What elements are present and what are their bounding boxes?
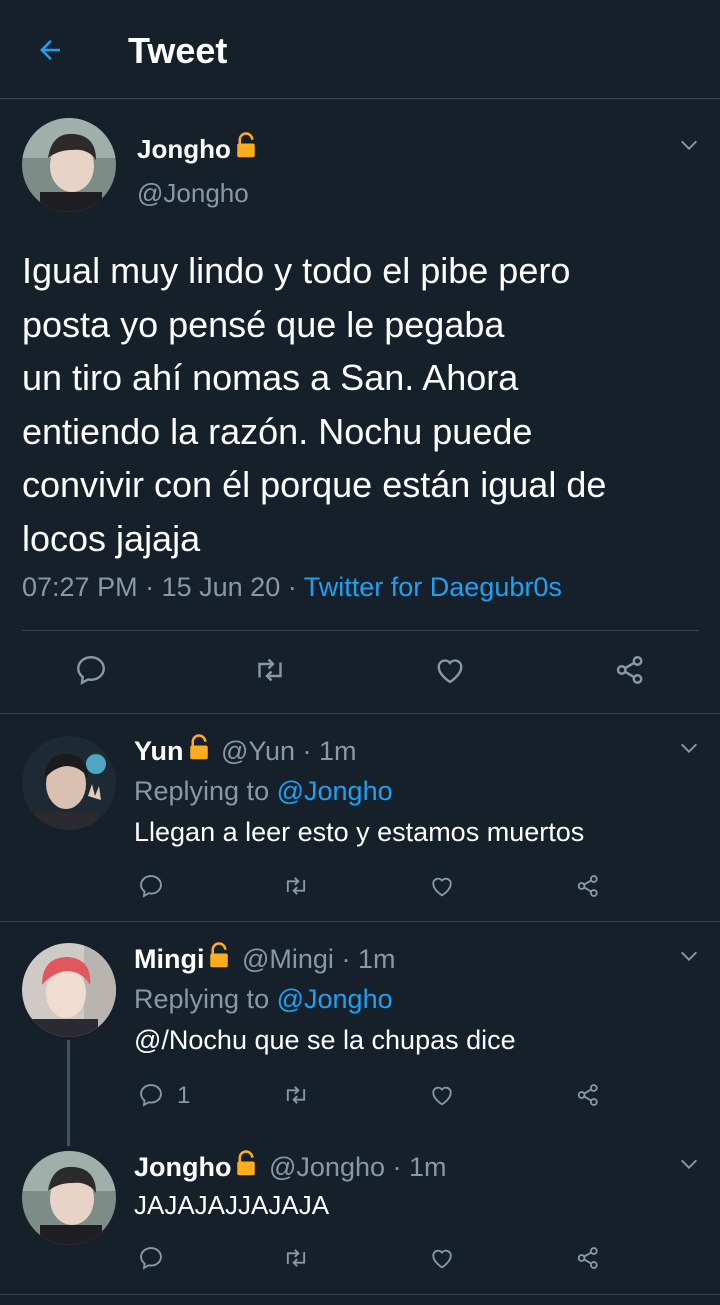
tweet-time: 07:27 PM xyxy=(22,572,138,602)
reply-author-handle[interactable]: @Mingi xyxy=(242,944,334,974)
reply-text: Llegan a leer esto y estamos muertos xyxy=(134,817,585,847)
like-icon[interactable] xyxy=(428,1081,456,1109)
reply-text: JAJAJAJJAJAJA xyxy=(134,1190,330,1220)
lock-icon xyxy=(189,734,208,760)
divider xyxy=(0,713,720,714)
divider xyxy=(22,630,699,631)
retweet-icon[interactable] xyxy=(282,1081,310,1109)
avatar[interactable] xyxy=(22,118,116,212)
page-title: Tweet xyxy=(128,30,228,71)
chevron-down-icon[interactable] xyxy=(678,134,700,156)
avatar-image xyxy=(22,736,116,830)
retweet-icon[interactable] xyxy=(282,1244,310,1272)
retweet-icon[interactable] xyxy=(252,652,288,688)
author-handle[interactable]: @Jongho xyxy=(137,178,249,209)
avatar[interactable] xyxy=(22,736,116,830)
replying-to-link[interactable]: @Jongho xyxy=(277,776,393,806)
chevron-down-icon[interactable] xyxy=(678,1153,700,1175)
reply-icon[interactable] xyxy=(137,1244,165,1272)
replying-to-link[interactable]: @Jongho xyxy=(277,984,393,1014)
reply-text: @/Nochu que se la chupas dice xyxy=(134,1025,516,1055)
top-bar: Tweet xyxy=(0,0,720,99)
tweet-text-line: entiendo la razón. Nochu puede xyxy=(22,410,533,452)
share-icon[interactable] xyxy=(574,1081,602,1109)
chevron-down-icon[interactable] xyxy=(678,737,700,759)
reply-time: · 1m xyxy=(392,1152,447,1182)
tweet-text: Igual muy lindo y todo el pibe pero post… xyxy=(22,244,712,565)
tweet-source-link[interactable]: Twitter for Daegubr0s xyxy=(304,572,562,602)
avatar-image xyxy=(22,1151,116,1245)
tweet-text-line: un tiro ahí nomas a San. Ahora xyxy=(22,357,519,398)
tweet-text-line: posta yo pensé que le pegaba xyxy=(22,303,505,345)
reply-author-name[interactable]: Jongho xyxy=(134,1152,231,1182)
back-button[interactable] xyxy=(30,30,70,70)
reply-header: Mingi @Mingi · 1m xyxy=(134,941,395,975)
reply-header: Jongho @Jongho · 1m xyxy=(134,1149,447,1183)
like-icon[interactable] xyxy=(428,1244,456,1272)
share-icon[interactable] xyxy=(612,652,648,688)
lock-icon xyxy=(237,132,255,158)
reply-time: · 1m xyxy=(341,944,396,974)
divider xyxy=(0,921,720,922)
avatar-image xyxy=(22,943,116,1037)
replying-to: Replying to @Jongho xyxy=(134,776,393,807)
retweet-icon[interactable] xyxy=(282,872,310,900)
lock-icon xyxy=(210,942,229,968)
replying-to: Replying to @Jongho xyxy=(134,984,393,1015)
arrow-left-icon xyxy=(40,40,60,60)
reply-icon[interactable] xyxy=(73,652,109,688)
tweet-text-line: convivir con él porque están igual de xyxy=(22,464,607,505)
author-name: Jongho xyxy=(137,134,231,164)
reply-author-name[interactable]: Yun xyxy=(134,736,184,766)
reply-count: 1 xyxy=(177,1082,191,1109)
avatar[interactable] xyxy=(22,943,116,1037)
like-icon[interactable] xyxy=(428,872,456,900)
reply-time: · 1m xyxy=(302,736,357,766)
share-icon[interactable] xyxy=(574,1244,602,1272)
tweet-meta: 07:27 PM · 15 Jun 20 · Twitter for Daegu… xyxy=(22,572,562,603)
chevron-down-icon[interactable] xyxy=(678,945,700,967)
reply-icon[interactable] xyxy=(137,872,165,900)
author-name-row[interactable]: Jongho xyxy=(137,131,261,165)
tweet-text-line: locos jajaja xyxy=(22,517,201,559)
thread-line xyxy=(67,1040,70,1146)
reply-author-name[interactable]: Mingi xyxy=(134,944,204,974)
tweet-date: 15 Jun 20 xyxy=(161,572,281,602)
like-icon[interactable] xyxy=(432,652,468,688)
reply-header: Yun @Yun · 1m xyxy=(134,733,357,767)
separator: · xyxy=(287,572,297,602)
reply-author-handle[interactable]: @Yun xyxy=(221,736,295,766)
tweet-text-line: Igual muy lindo y todo el pibe pero xyxy=(22,250,571,291)
divider xyxy=(0,1294,720,1295)
lock-icon xyxy=(237,1150,256,1176)
avatar-image xyxy=(22,118,116,212)
reply-author-handle[interactable]: @Jongho xyxy=(269,1152,385,1182)
share-icon[interactable] xyxy=(574,872,602,900)
replying-to-label: Replying to xyxy=(134,776,270,806)
reply-icon[interactable] xyxy=(137,1081,165,1109)
avatar[interactable] xyxy=(22,1151,116,1245)
separator: · xyxy=(145,572,155,602)
replying-to-label: Replying to xyxy=(134,984,270,1014)
